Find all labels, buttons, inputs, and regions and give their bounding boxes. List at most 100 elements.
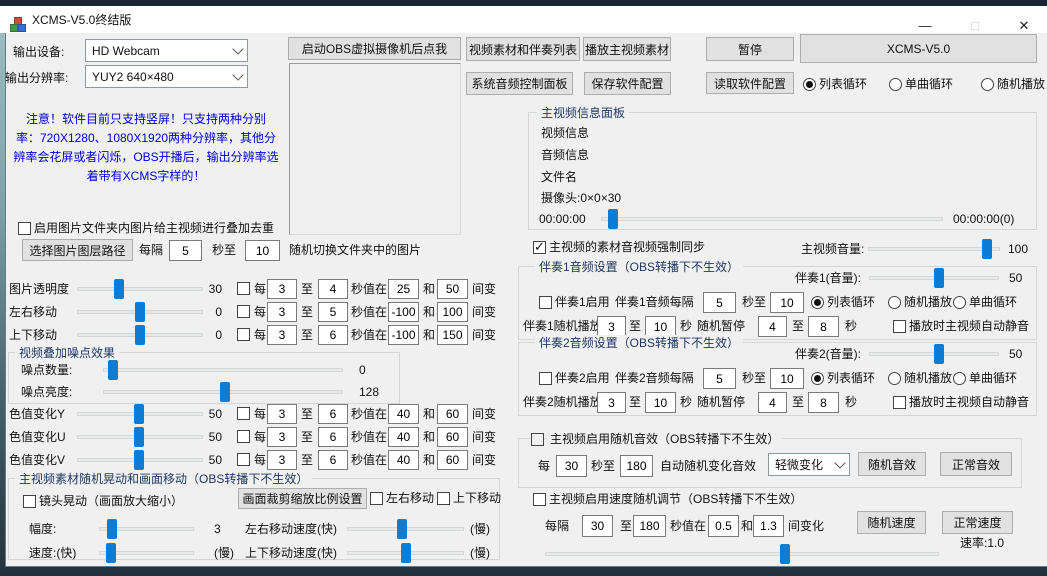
interval-checkbox[interactable] xyxy=(237,328,250,341)
sfx-enable-checkbox[interactable] xyxy=(531,433,544,446)
accomp2-loop-list-radio[interactable] xyxy=(811,372,824,385)
loop-list-radio[interactable] xyxy=(803,78,816,91)
interval-checkbox[interactable] xyxy=(237,407,250,420)
speed-enable-checkbox[interactable] xyxy=(533,493,546,506)
xcms-button[interactable]: XCMS-V5.0 xyxy=(800,34,1037,63)
color-u-slider[interactable] xyxy=(77,427,203,447)
speed-low-input[interactable] xyxy=(708,515,739,537)
save-config-button[interactable]: 保存软件配置 xyxy=(584,72,671,95)
amplitude-slider[interactable] xyxy=(99,519,194,539)
range-min-input[interactable] xyxy=(388,279,419,299)
range-min-input[interactable] xyxy=(388,325,419,345)
range-max-input[interactable] xyxy=(437,279,468,299)
accomp1-loop-list-radio[interactable] xyxy=(811,296,824,309)
accomp2-rand-min-input[interactable] xyxy=(597,392,626,413)
image-list-box[interactable] xyxy=(289,63,461,235)
pause-button[interactable]: 暂停 xyxy=(706,37,794,61)
interval-min-input[interactable] xyxy=(267,450,297,470)
rate-slider[interactable] xyxy=(545,544,939,564)
choose-image-path-button[interactable]: 选择图片图层路径 xyxy=(22,239,133,261)
interval-max-input[interactable] xyxy=(318,325,348,345)
accomp1-max-input[interactable] xyxy=(770,292,804,313)
interval-min-input[interactable] xyxy=(267,302,297,322)
interval-checkbox[interactable] xyxy=(237,453,250,466)
accomp2-min-input[interactable] xyxy=(703,368,736,389)
video-list-button[interactable]: 视频素材和伴奏列表 xyxy=(466,37,580,61)
speed-high-input[interactable] xyxy=(753,515,784,537)
accomp2-rand-max-input[interactable] xyxy=(645,392,676,413)
horizontal-move-slider[interactable] xyxy=(77,302,203,322)
speed-slider[interactable] xyxy=(99,543,194,563)
interval-checkbox[interactable] xyxy=(237,305,250,318)
interval-checkbox[interactable] xyxy=(237,282,250,295)
accomp1-rand-max-input[interactable] xyxy=(645,316,676,337)
speed-max-input[interactable] xyxy=(633,515,666,537)
loop-random-radio[interactable] xyxy=(981,78,994,91)
accomp2-max-input[interactable] xyxy=(770,368,804,389)
accomp2-pause-max-input[interactable] xyxy=(808,392,839,413)
random-speed-button[interactable]: 随机速度 xyxy=(857,511,926,534)
overlay-max-sec-input[interactable] xyxy=(245,240,280,261)
sfx-min-input[interactable] xyxy=(556,455,587,477)
accomp2-loop-random-radio[interactable] xyxy=(888,372,901,385)
range-min-input[interactable] xyxy=(388,427,419,447)
accomp2-mute-checkbox[interactable] xyxy=(893,396,906,409)
interval-max-input[interactable] xyxy=(318,450,348,470)
accomp1-enable-checkbox[interactable] xyxy=(539,296,552,309)
accomp1-loop-random-radio[interactable] xyxy=(888,296,901,309)
output-device-select[interactable]: HD Webcam xyxy=(85,39,248,62)
accomp2-pause-min-input[interactable] xyxy=(758,392,787,413)
crop-scale-button[interactable]: 画面裁剪缩放比例设置 xyxy=(238,488,367,509)
interval-max-input[interactable] xyxy=(318,427,348,447)
accomp2-loop-single-radio[interactable] xyxy=(953,372,966,385)
vertical-move-slider[interactable] xyxy=(77,325,203,345)
loop-single-radio[interactable] xyxy=(889,78,902,91)
range-max-input[interactable] xyxy=(437,450,468,470)
interval-min-input[interactable] xyxy=(267,404,297,424)
accomp2-enable-checkbox[interactable] xyxy=(539,372,552,385)
noise-count-slider[interactable] xyxy=(103,360,343,380)
interval-min-input[interactable] xyxy=(267,427,297,447)
sfx-max-input[interactable] xyxy=(620,455,653,477)
lr-speed-slider[interactable] xyxy=(347,519,464,539)
noise-bright-slider[interactable] xyxy=(103,382,343,402)
interval-min-input[interactable] xyxy=(267,325,297,345)
interval-min-input[interactable] xyxy=(267,279,297,299)
range-max-input[interactable] xyxy=(437,427,468,447)
normal-speed-button[interactable]: 正常速度 xyxy=(942,511,1013,534)
accomp1-pause-min-input[interactable] xyxy=(758,316,787,337)
overlay-enable-checkbox[interactable] xyxy=(18,222,31,235)
accomp1-mute-checkbox[interactable] xyxy=(893,320,906,333)
accomp1-rand-min-input[interactable] xyxy=(597,316,626,337)
accomp2-volume-slider[interactable] xyxy=(869,344,999,364)
interval-checkbox[interactable] xyxy=(237,430,250,443)
speed-min-input[interactable] xyxy=(582,515,613,537)
range-max-input[interactable] xyxy=(437,404,468,424)
seek-slider[interactable] xyxy=(601,209,943,229)
range-min-input[interactable] xyxy=(388,302,419,322)
range-max-input[interactable] xyxy=(437,325,468,345)
load-config-button[interactable]: 读取软件配置 xyxy=(706,72,794,94)
range-min-input[interactable] xyxy=(388,450,419,470)
color-y-slider[interactable] xyxy=(77,404,203,424)
accomp1-loop-single-radio[interactable] xyxy=(953,296,966,309)
overlay-min-sec-input[interactable] xyxy=(169,240,202,261)
play-main-button[interactable]: 播放主视频素材 xyxy=(583,37,671,61)
color-v-slider[interactable] xyxy=(77,450,203,470)
lr-move-checkbox[interactable] xyxy=(370,492,383,505)
random-sfx-button[interactable]: 随机音效 xyxy=(858,452,926,476)
ud-speed-slider[interactable] xyxy=(347,543,464,563)
start-obs-button[interactable]: 启动OBS虚拟摄像机后点我 xyxy=(288,37,461,60)
accomp1-pause-max-input[interactable] xyxy=(808,316,839,337)
accomp1-min-input[interactable] xyxy=(703,292,736,313)
sfx-mode-select[interactable]: 轻微变化 xyxy=(768,453,850,476)
sync-checkbox[interactable] xyxy=(533,241,546,254)
output-resolution-select[interactable]: YUY2 640×480 xyxy=(85,65,248,88)
accomp1-volume-slider[interactable] xyxy=(869,268,999,288)
sys-audio-button[interactable]: 系统音频控制面板 xyxy=(466,72,573,95)
interval-max-input[interactable] xyxy=(318,279,348,299)
range-max-input[interactable] xyxy=(437,302,468,322)
normal-sfx-button[interactable]: 正常音效 xyxy=(940,452,1012,476)
camera-shake-checkbox[interactable] xyxy=(23,495,36,508)
interval-max-input[interactable] xyxy=(318,404,348,424)
